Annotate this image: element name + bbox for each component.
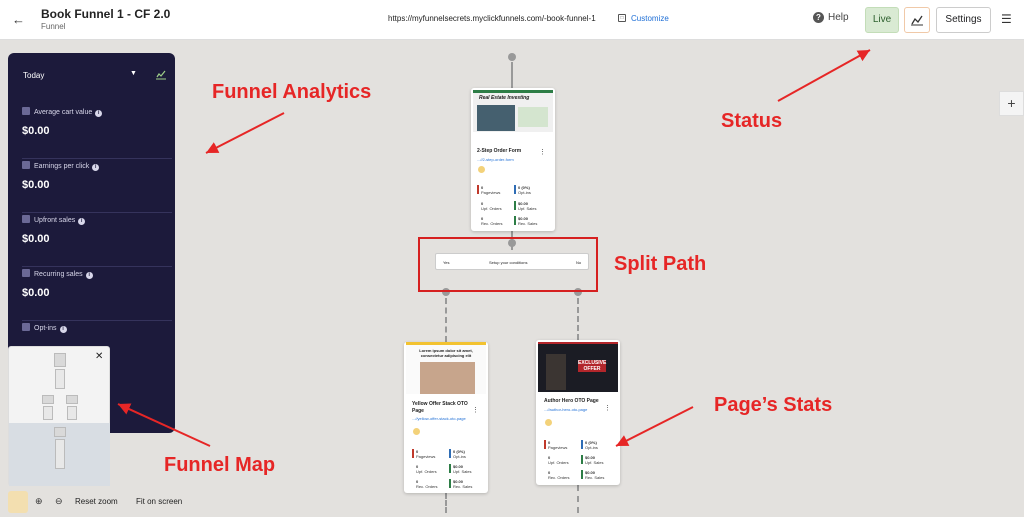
annotation-arrows xyxy=(117,49,871,447)
arrow-to-status xyxy=(777,49,871,102)
arrow-to-map xyxy=(117,403,211,447)
arrow-to-stats xyxy=(615,406,694,447)
arrow-to-analytics xyxy=(205,112,285,154)
